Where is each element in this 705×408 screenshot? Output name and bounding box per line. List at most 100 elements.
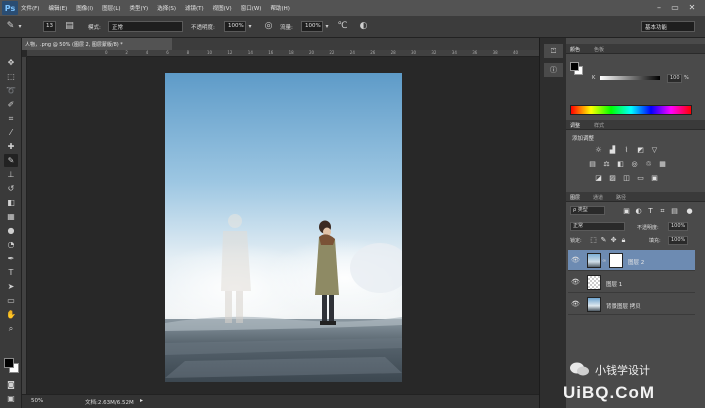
- pressure-opacity-icon[interactable]: ◎: [262, 20, 275, 33]
- color-lookup-icon[interactable]: ▦: [658, 160, 667, 168]
- brush-size-picker[interactable]: 13: [43, 21, 56, 32]
- menu-image[interactable]: 图像(I): [76, 4, 93, 12]
- quick-select-tool-icon[interactable]: ✐: [4, 98, 18, 111]
- pen-tool-icon[interactable]: ✒: [4, 252, 18, 265]
- layer-name[interactable]: 图层 2: [628, 258, 644, 266]
- channel-slider[interactable]: [600, 76, 660, 80]
- levels-icon[interactable]: ▟: [608, 146, 617, 154]
- tab-styles[interactable]: 样式: [594, 122, 604, 129]
- minimize-icon[interactable]: –: [654, 3, 664, 12]
- tab-adjustments[interactable]: 调整: [570, 122, 580, 129]
- workspace-select[interactable]: 基本功能: [641, 21, 695, 32]
- history-panel-icon[interactable]: ⏍: [544, 44, 563, 58]
- filter-adjustment-icon[interactable]: ◐: [634, 207, 643, 215]
- filter-pixel-icon[interactable]: ▣: [622, 207, 631, 215]
- foreground-color-swatch[interactable]: [4, 358, 14, 368]
- tab-paths[interactable]: 路径: [616, 194, 626, 201]
- layer-name[interactable]: 背景图层 拷贝: [606, 302, 641, 310]
- visibility-eye-icon[interactable]: 👁︎: [571, 278, 580, 286]
- clone-stamp-tool-icon[interactable]: ⊥: [4, 168, 18, 181]
- lock-position-icon[interactable]: ✥: [609, 236, 618, 244]
- color-balance-icon[interactable]: ⚖: [602, 160, 611, 168]
- menu-file[interactable]: 文件(F): [21, 4, 39, 12]
- flow-input[interactable]: 100%: [301, 21, 323, 32]
- maximize-icon[interactable]: ▭: [670, 3, 680, 12]
- chevron-down-icon[interactable]: ▾: [16, 20, 24, 33]
- menu-view[interactable]: 视图(V): [213, 4, 232, 12]
- mode-select[interactable]: 正常: [108, 21, 183, 32]
- brightness-icon[interactable]: ☼: [594, 146, 603, 154]
- shape-tool-icon[interactable]: ▭: [4, 294, 18, 307]
- threshold-icon[interactable]: ◫: [622, 174, 631, 182]
- gradient-map-icon[interactable]: ▭: [636, 174, 645, 182]
- move-tool-icon[interactable]: ✥: [4, 56, 18, 69]
- history-brush-tool-icon[interactable]: ↺: [4, 182, 18, 195]
- gradient-tool-icon[interactable]: ▦: [4, 210, 18, 223]
- layer-name[interactable]: 图层 1: [606, 280, 622, 288]
- channel-value-input[interactable]: 100: [667, 74, 682, 83]
- layer-row[interactable]: 👁︎ 背景图层 拷贝: [568, 294, 695, 315]
- layer-row[interactable]: 👁︎ 图层 1: [568, 272, 695, 293]
- fill-input[interactable]: 100%: [668, 236, 688, 245]
- type-tool-icon[interactable]: T: [4, 266, 18, 279]
- airbrush-icon[interactable]: ℃: [336, 20, 349, 33]
- curves-icon[interactable]: ⌇: [622, 146, 631, 154]
- tab-channels[interactable]: 通道: [593, 194, 603, 201]
- hue-saturation-icon[interactable]: ▤: [588, 160, 597, 168]
- layer-row[interactable]: 👁︎ ∞ 图层 2: [568, 250, 695, 271]
- crop-tool-icon[interactable]: ⌗: [4, 112, 18, 125]
- channel-mixer-icon[interactable]: ♲: [644, 160, 653, 168]
- selective-color-icon[interactable]: ▣: [650, 174, 659, 182]
- tab-swatches[interactable]: 色板: [594, 46, 604, 53]
- close-icon[interactable]: ✕: [687, 3, 697, 12]
- lock-transparent-icon[interactable]: ⬚: [589, 236, 598, 244]
- filter-shape-icon[interactable]: ⌗: [658, 207, 667, 215]
- lasso-tool-icon[interactable]: ➰: [4, 84, 18, 97]
- color-spectrum-bar[interactable]: [570, 105, 692, 115]
- hand-tool-icon[interactable]: ✋: [4, 308, 18, 321]
- layer-opacity-input[interactable]: 100%: [668, 222, 688, 231]
- blend-mode-select[interactable]: 正常: [570, 222, 625, 231]
- pressure-size-icon[interactable]: ◐: [357, 20, 370, 33]
- opacity-dropdown-icon[interactable]: ▾: [246, 20, 254, 33]
- filter-smart-icon[interactable]: ▤: [670, 207, 679, 215]
- filter-type-icon[interactable]: T: [646, 207, 655, 215]
- posterize-icon[interactable]: ▨: [608, 174, 617, 182]
- exposure-icon[interactable]: ◩: [636, 146, 645, 154]
- document-image[interactable]: [165, 73, 402, 382]
- eyedropper-tool-icon[interactable]: ⁄: [4, 126, 18, 139]
- zoom-level[interactable]: 50%: [31, 398, 43, 404]
- screen-mode-icon[interactable]: ▣: [4, 392, 18, 405]
- menu-type[interactable]: 类型(Y): [130, 4, 149, 12]
- menu-layer[interactable]: 图层(L): [102, 4, 120, 12]
- eraser-tool-icon[interactable]: ◧: [4, 196, 18, 209]
- visibility-eye-icon[interactable]: 👁︎: [571, 256, 580, 264]
- path-select-tool-icon[interactable]: ➤: [4, 280, 18, 293]
- opacity-input[interactable]: 100%: [224, 21, 246, 32]
- color-panel-foreground[interactable]: [570, 62, 579, 71]
- marquee-tool-icon[interactable]: ⬚: [4, 70, 18, 83]
- menu-filter[interactable]: 滤镜(T): [185, 4, 204, 12]
- vibrance-icon[interactable]: ▽: [650, 146, 659, 154]
- zoom-tool-icon[interactable]: ⌕: [4, 322, 18, 335]
- status-menu-icon[interactable]: ▸: [140, 397, 143, 404]
- menu-window[interactable]: 窗口(W): [241, 4, 262, 12]
- healing-brush-tool-icon[interactable]: ✚: [4, 140, 18, 153]
- blur-tool-icon[interactable]: ●: [4, 224, 18, 237]
- brush-tool-icon[interactable]: ✎: [4, 154, 18, 167]
- filter-toggle-icon[interactable]: ●: [685, 207, 694, 215]
- brush-panel-icon[interactable]: ▤: [63, 20, 76, 33]
- menu-edit[interactable]: 编辑(E): [48, 4, 67, 12]
- lock-all-icon[interactable]: 🔒︎: [619, 236, 628, 244]
- invert-icon[interactable]: ◪: [594, 174, 603, 182]
- menu-help[interactable]: 帮助(H): [270, 4, 289, 12]
- black-white-icon[interactable]: ◧: [616, 160, 625, 168]
- dodge-tool-icon[interactable]: ◔: [4, 238, 18, 251]
- layer-kind-filter[interactable]: ρ 类型: [570, 206, 605, 215]
- photo-filter-icon[interactable]: ◎: [630, 160, 639, 168]
- lock-pixels-icon[interactable]: ✎: [599, 236, 608, 244]
- visibility-eye-icon[interactable]: 👁︎: [571, 300, 580, 308]
- tab-layers[interactable]: 图层: [570, 194, 580, 201]
- menu-select[interactable]: 选择(S): [157, 4, 176, 12]
- flow-dropdown-icon[interactable]: ▾: [323, 20, 331, 33]
